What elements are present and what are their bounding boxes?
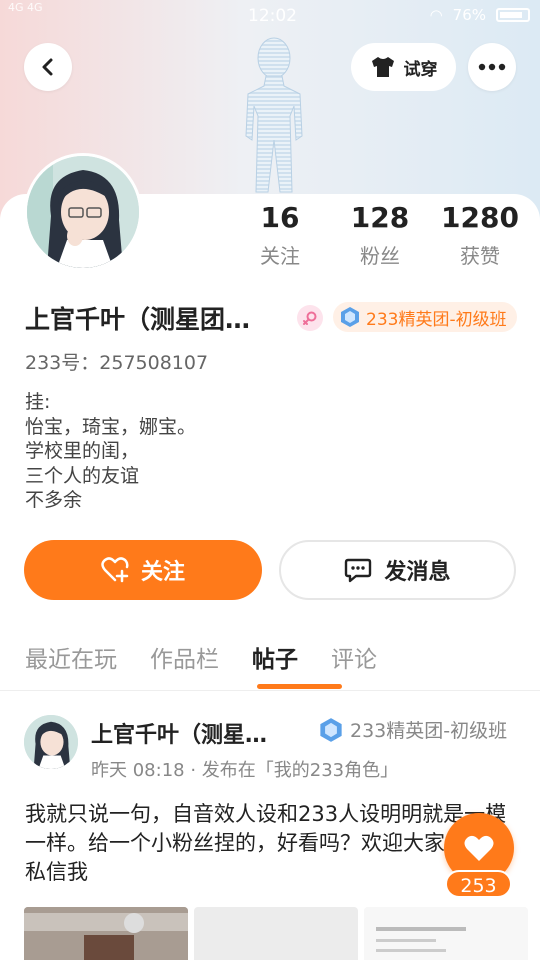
active-tab-indicator xyxy=(257,684,342,689)
rank-medal-icon xyxy=(341,307,359,327)
more-dots-icon xyxy=(478,63,506,71)
post-author-rank-label: 233精英团-初级班 xyxy=(350,720,508,742)
stat-fans-value: 128 xyxy=(350,201,410,234)
stat-likes[interactable]: 1280 获赞 xyxy=(430,200,530,269)
post-image[interactable] xyxy=(194,907,358,960)
user-id: 233号：257508107 xyxy=(25,352,209,374)
stat-likes-label: 获赞 xyxy=(460,244,500,268)
post-author-rank: 233精英团-初级班 xyxy=(318,716,507,743)
tab-comments[interactable]: 评论 xyxy=(331,640,377,680)
battery-percent: 76% xyxy=(452,6,486,24)
wifi-icon: ◠ xyxy=(429,6,443,24)
follow-button[interactable]: 关注 xyxy=(24,540,262,600)
send-message-button[interactable]: 发消息 xyxy=(279,540,516,600)
rank-medal-icon xyxy=(320,717,342,742)
more-options-button[interactable] xyxy=(468,43,516,91)
status-bar: 4G 4G 12:02 ◠ 76% xyxy=(0,0,540,32)
profile-stats: 16 关注 128 粉丝 1280 获赞 xyxy=(230,200,530,269)
chevron-left-icon xyxy=(42,58,53,76)
stat-following-label: 关注 xyxy=(260,244,300,268)
post-image[interactable] xyxy=(24,907,188,960)
profile-name: 上官千叶（测星团… xyxy=(25,305,251,334)
heart-icon xyxy=(464,835,494,861)
send-message-label: 发消息 xyxy=(384,560,451,585)
stat-following[interactable]: 16 关注 xyxy=(230,200,330,269)
profile-bio: 挂: 怡宝，琦宝，娜宝。 学校里的闺， 三个人的友谊 不多余 xyxy=(25,391,197,511)
profile-avatar[interactable] xyxy=(24,153,142,271)
tshirt-icon xyxy=(371,57,394,77)
avatar-3d-figure xyxy=(226,36,318,194)
stat-fans[interactable]: 128 粉丝 xyxy=(330,200,430,269)
post-author-name[interactable]: 上官千叶（测星… xyxy=(91,717,267,749)
heart-plus-icon xyxy=(101,557,129,583)
stat-fans-label: 粉丝 xyxy=(360,244,400,268)
stat-following-value: 16 xyxy=(260,201,300,234)
like-count: 253 xyxy=(445,870,512,898)
battery-icon xyxy=(496,8,530,22)
rank-badge[interactable]: 233精英团-初级班 xyxy=(333,302,517,332)
status-time: 12:02 xyxy=(248,6,297,26)
tab-posts[interactable]: 帖子 xyxy=(252,640,298,680)
female-icon xyxy=(297,305,323,331)
signal-indicator: 4G 4G xyxy=(8,1,43,14)
follow-button-label: 关注 xyxy=(140,560,185,585)
try-on-button[interactable]: 试穿 xyxy=(351,43,456,91)
post-meta: 昨天 08:18 · 发布在「我的233角色」 xyxy=(91,760,399,781)
tab-recently-played[interactable]: 最近在玩 xyxy=(25,640,117,680)
divider xyxy=(0,690,540,691)
post-image[interactable] xyxy=(364,907,528,960)
profile-tabs: 最近在玩 作品栏 帖子 评论 xyxy=(25,640,410,680)
chat-bubble-icon xyxy=(345,558,372,583)
post-author-avatar[interactable] xyxy=(24,715,78,769)
try-on-label: 试穿 xyxy=(403,59,438,80)
rank-badge-label: 233精英团-初级班 xyxy=(366,309,507,330)
tab-works[interactable]: 作品栏 xyxy=(150,640,219,680)
stat-likes-value: 1280 xyxy=(441,201,519,234)
back-button[interactable] xyxy=(24,43,72,91)
